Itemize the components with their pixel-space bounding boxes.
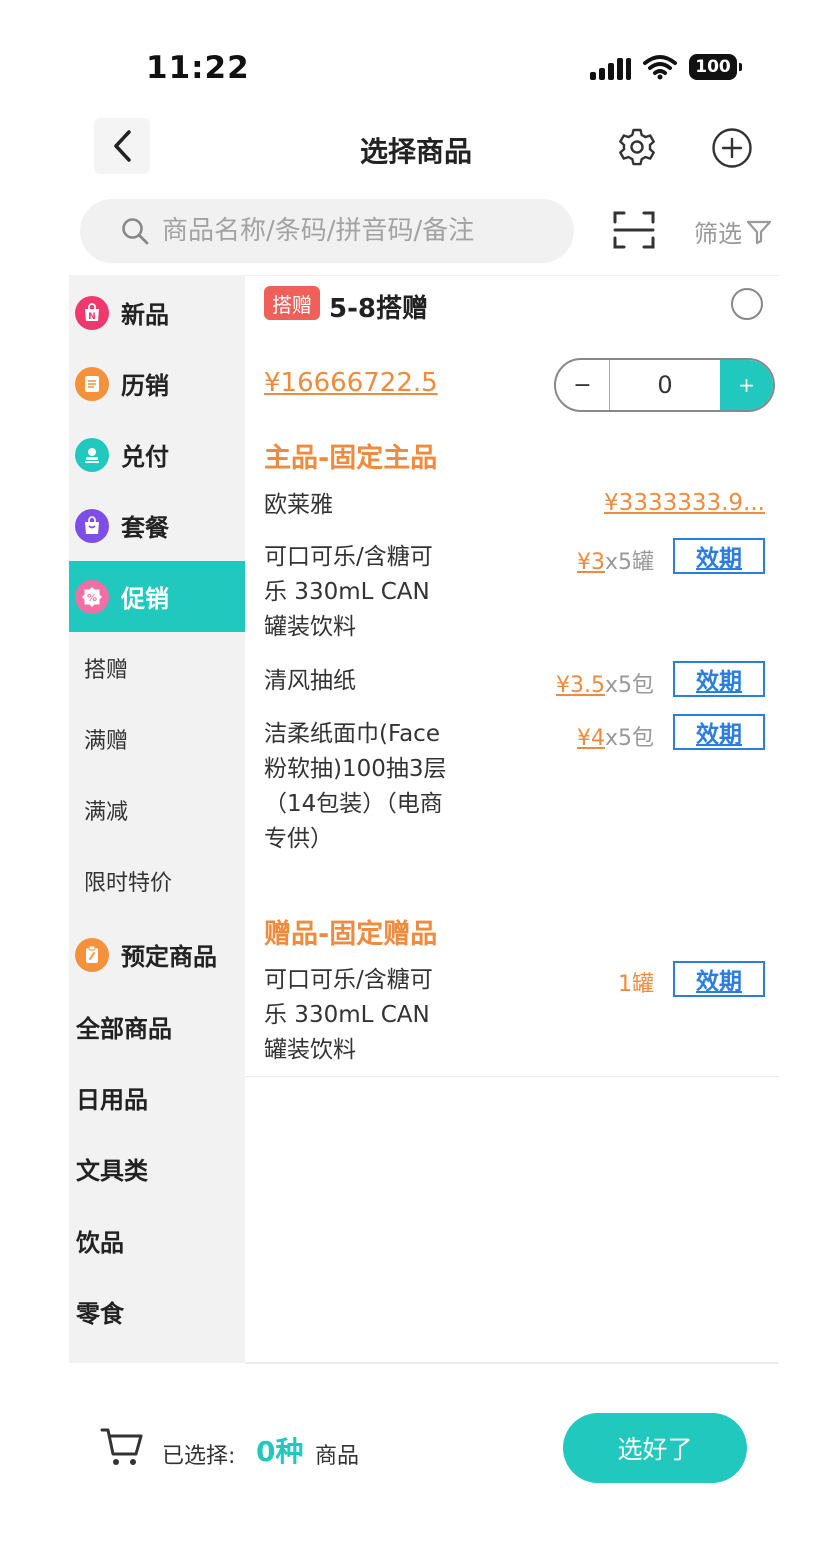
main-item-price[interactable]: ¥4 [577, 726, 605, 751]
gift-section-title: 赠品-固定赠品 [264, 919, 438, 950]
wifi-icon [643, 55, 677, 80]
sidebar-subitem-full-gift[interactable]: 满赠 [69, 703, 245, 774]
sidebar-item-label: 新品 [121, 301, 169, 329]
main-section-title: 主品-固定主品 [264, 443, 438, 474]
brand-price[interactable]: ¥3333333.9... [604, 490, 765, 516]
sales-history-icon [75, 366, 109, 401]
promo-name: 5-8搭赠 [329, 294, 428, 324]
main-item-price-qty: ¥3.5x5包 [556, 667, 654, 699]
main-item-name: 可口可乐/含糖可乐 330mL CAN 罐装饮料 [264, 544, 433, 640]
scan-button[interactable] [612, 210, 656, 250]
preorder-icon [75, 937, 109, 972]
quantity-value[interactable]: 0 [610, 360, 720, 410]
redeem-icon [75, 437, 109, 472]
increase-button[interactable]: + [720, 360, 773, 410]
main-item-name: 清风抽纸 [264, 668, 356, 694]
main-item-qty: x5包 [604, 673, 654, 698]
promo-card[interactable]: 搭赠 5-8搭赠 ¥16666722.5 − 0 + 主品-固定主品 欧莱雅 ¥… [245, 275, 779, 1077]
sidebar-item-label: 兑付 [121, 443, 169, 471]
expiry-button[interactable]: 效期 [673, 661, 765, 697]
main-item-price-qty: ¥4x5包 [577, 720, 654, 752]
main-item-price[interactable]: ¥3.5 [556, 673, 605, 698]
sidebar-item-drinks[interactable]: 饮品 [69, 1205, 245, 1276]
select-radio[interactable] [731, 288, 763, 320]
sidebar-item-preorder[interactable]: 预定商品 [69, 919, 245, 990]
new-product-icon: N [75, 295, 109, 330]
main-item-price-qty: ¥3x5罐 [577, 544, 654, 576]
status-time: 11:22 [146, 50, 250, 86]
sidebar-item-snacks[interactable]: 零食 [69, 1276, 245, 1347]
main-item-qty: x5罐 [604, 550, 654, 575]
sidebar-item-all-products[interactable]: 全部商品 [69, 991, 245, 1062]
scan-icon [613, 211, 655, 249]
expiry-button[interactable]: 效期 [673, 538, 765, 574]
search-input[interactable] [162, 216, 562, 246]
category-sidebar: N 新品 历销 兑付 套餐 % 促销 搭赠 满赠 满减 限时特价 预定商品 全部… [69, 275, 245, 1363]
main-item-qty: x5包 [604, 726, 654, 751]
sidebar-item-package[interactable]: 套餐 [69, 490, 245, 561]
sidebar-item-label: 预定商品 [121, 943, 217, 971]
expiry-button[interactable]: 效期 [673, 961, 765, 997]
sidebar-item-label: 历销 [121, 372, 169, 400]
gear-icon [619, 128, 655, 166]
sidebar-item-stationery[interactable]: 文具类 [69, 1133, 245, 1204]
brand-name: 欧莱雅 [264, 492, 333, 518]
sidebar-item-label: 促销 [121, 585, 169, 613]
sidebar-item-label: 限时特价 [84, 870, 173, 896]
decrease-button[interactable]: − [556, 360, 610, 410]
add-button[interactable] [708, 124, 756, 172]
sidebar-item-label: 日用品 [76, 1086, 148, 1114]
confirm-button[interactable]: 选好了 [563, 1413, 747, 1483]
sidebar-item-label: 套餐 [121, 514, 169, 542]
sidebar-item-label: 满赠 [84, 728, 129, 754]
gift-item-name: 可口可乐/含糖可乐 330mL CAN 罐装饮料 [264, 967, 433, 1063]
cart-icon[interactable] [100, 1426, 144, 1468]
sidebar-item-label: 饮品 [76, 1229, 124, 1257]
selected-count: 0种 [256, 1435, 304, 1468]
promotion-icon: % [75, 579, 109, 614]
battery-icon: 100 [689, 54, 742, 80]
filter-icon [746, 220, 772, 244]
filter-button[interactable]: 筛选 [694, 214, 772, 249]
filter-label: 筛选 [694, 220, 742, 248]
sidebar-subitem-full-discount[interactable]: 满减 [69, 774, 245, 845]
bottom-bar: 已选择: 0种 商品 选好了 [0, 1364, 832, 1568]
sidebar-item-label: 满减 [84, 799, 129, 825]
sidebar-item-redeem[interactable]: 兑付 [69, 419, 245, 490]
quantity-stepper: − 0 + [554, 358, 775, 412]
expiry-button[interactable]: 效期 [673, 714, 765, 750]
sidebar-item-label: 全部商品 [76, 1015, 172, 1043]
sidebar-item-history[interactable]: 历销 [69, 348, 245, 419]
promo-price: ¥16666722.5 [264, 368, 438, 398]
package-icon [75, 508, 109, 543]
sidebar-subitem-bundle-gift[interactable]: 搭赠 [69, 632, 245, 703]
selected-unit: 商品 [315, 1444, 360, 1469]
sidebar-item-label: 搭赠 [84, 657, 129, 683]
status-bar: 11:22 100 [0, 0, 832, 110]
promo-type-badge: 搭赠 [264, 286, 320, 320]
main-item-name: 洁柔纸面巾(Face粉软抽)100抽3层（14包装）（电商专供） [264, 721, 447, 852]
sidebar-subitem-flash-sale[interactable]: 限时特价 [69, 845, 245, 916]
signal-icon [590, 54, 631, 80]
nav-header: 选择商品 [0, 110, 832, 186]
selected-label: 已选择: [162, 1444, 236, 1469]
search-box[interactable] [80, 199, 574, 263]
sidebar-item-label: 文具类 [76, 1157, 148, 1185]
gift-item-qty: 1罐 [618, 972, 654, 997]
sidebar-item-new[interactable]: N 新品 [69, 277, 245, 348]
plus-circle-icon [712, 128, 752, 168]
gift-item-qty-wrap: 1罐 [618, 966, 654, 998]
sidebar-item-label: 零食 [76, 1300, 124, 1328]
search-icon [122, 218, 149, 245]
product-list: 搭赠 5-8搭赠 ¥16666722.5 − 0 + 主品-固定主品 欧莱雅 ¥… [245, 275, 779, 1363]
sidebar-item-promotion[interactable]: % 促销 [69, 561, 245, 632]
svg-text:N: N [88, 312, 96, 322]
svg-text:%: % [87, 593, 97, 604]
status-icons: 100 [590, 54, 742, 80]
sidebar-item-daily-goods[interactable]: 日用品 [69, 1062, 245, 1133]
main-item-price[interactable]: ¥3 [577, 550, 605, 575]
battery-level: 100 [695, 57, 731, 77]
settings-button[interactable] [614, 124, 660, 170]
